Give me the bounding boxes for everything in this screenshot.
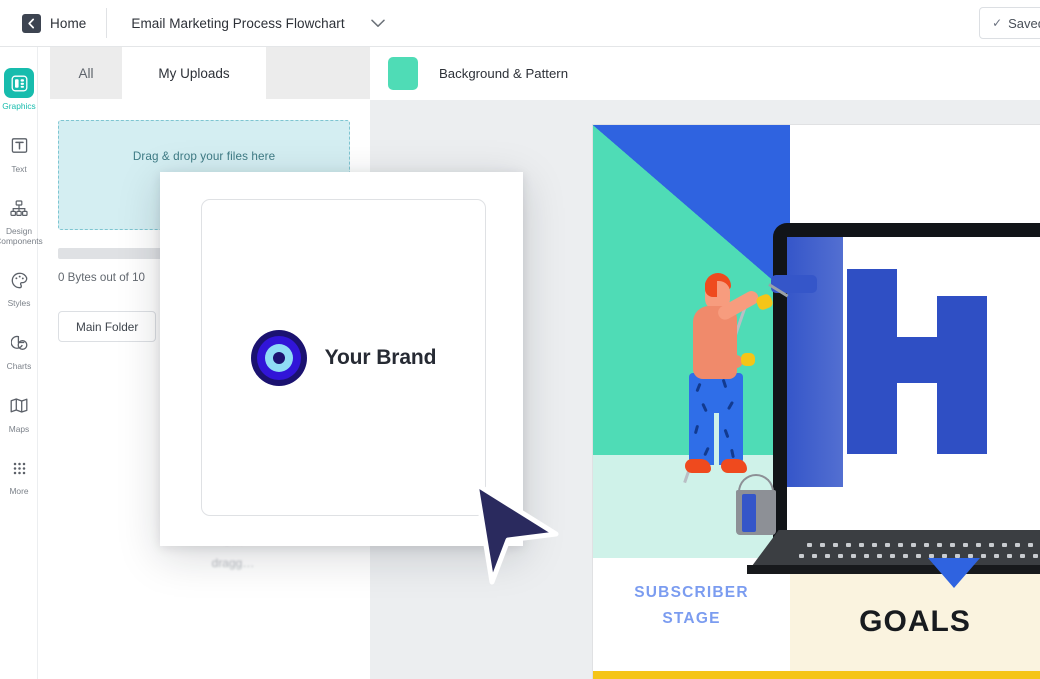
graphics-icon (4, 68, 34, 98)
background-color-swatch[interactable] (388, 57, 418, 90)
sidebar-item-design-components[interactable]: Design Components (0, 193, 43, 246)
dropzone-label: Drag & drop your files here (132, 150, 276, 163)
tab-strip-filler (266, 47, 370, 99)
tab-all[interactable]: All (50, 47, 122, 99)
sidebar-item-maps[interactable]: Maps (0, 391, 38, 435)
sidebar-label-maps: Maps (8, 423, 30, 434)
artboard-label-goals: GOALS (859, 605, 971, 638)
app-root: Home Email Marketing Process Flowchart ✓… (0, 0, 1040, 679)
artboard-blue-triangle (593, 125, 790, 295)
document-title[interactable]: Email Marketing Process Flowchart (107, 16, 344, 31)
blue-triangle-marker (928, 558, 980, 588)
artboard-label-subscriber-stage: SUBSCRIBER STAGE (634, 584, 749, 627)
artboard[interactable]: SUBSCRIBER STAGE GOALS (593, 125, 1040, 679)
laptop-base-lip (747, 565, 1040, 574)
sidebar-item-more[interactable]: More (0, 453, 38, 497)
palette-icon (4, 265, 34, 295)
brand-logo-frame: Your Brand (201, 199, 486, 516)
sidebar-item-styles[interactable]: Styles (0, 265, 38, 309)
check-icon: ✓ (992, 16, 1003, 30)
save-button[interactable]: ✓ Saved (979, 7, 1040, 39)
artboard-yellow-strip (593, 671, 1040, 679)
design-components-icon (4, 193, 34, 223)
sidebar-item-charts[interactable]: Charts (0, 328, 38, 372)
chevron-down-icon[interactable] (370, 19, 385, 28)
main-folder-button[interactable]: Main Folder (58, 311, 157, 342)
brand-logo-card[interactable]: Your Brand (160, 172, 523, 546)
laptop-keyboard-base (749, 530, 1040, 570)
paint-bucket (736, 490, 776, 535)
home-button[interactable]: Home (0, 0, 106, 47)
sidebar-label-charts: Charts (6, 360, 32, 371)
save-label: Saved (1008, 15, 1040, 31)
home-label: Home (50, 15, 87, 31)
brand-name-label: Your Brand (324, 345, 437, 369)
sidebar-item-text[interactable]: Text (0, 131, 38, 175)
background-pattern-label: Background & Pattern (439, 66, 569, 81)
text-icon (4, 131, 34, 161)
back-arrow-icon (22, 13, 41, 33)
map-icon (4, 391, 34, 421)
top-bar: Home Email Marketing Process Flowchart ✓… (0, 0, 1040, 47)
laptop-illustration (773, 223, 1040, 538)
laptop-screen (787, 237, 1040, 538)
letter-h-graphic (847, 269, 987, 454)
canvas-toolbar: Background & Pattern (370, 47, 1040, 100)
sidebar-item-graphics[interactable]: Graphics (0, 68, 38, 112)
assets-tabbar: All My Uploads (38, 47, 370, 99)
pie-chart-icon (4, 328, 34, 358)
sidebar-label-more: More (9, 486, 29, 497)
tab-my-uploads[interactable]: My Uploads (123, 47, 265, 99)
left-tool-rail: Graphics Text Design Components Styles C… (0, 47, 43, 679)
concentric-circles-logo (250, 329, 307, 386)
sidebar-label-styles: Styles (7, 298, 31, 309)
sidebar-label-design-components: Design Components (0, 226, 43, 246)
sidebar-label-graphics: Graphics (2, 101, 36, 111)
brand-row: Your Brand (250, 329, 437, 386)
sidebar-label-text: Text (11, 163, 27, 174)
grid-dots-icon (4, 453, 34, 483)
